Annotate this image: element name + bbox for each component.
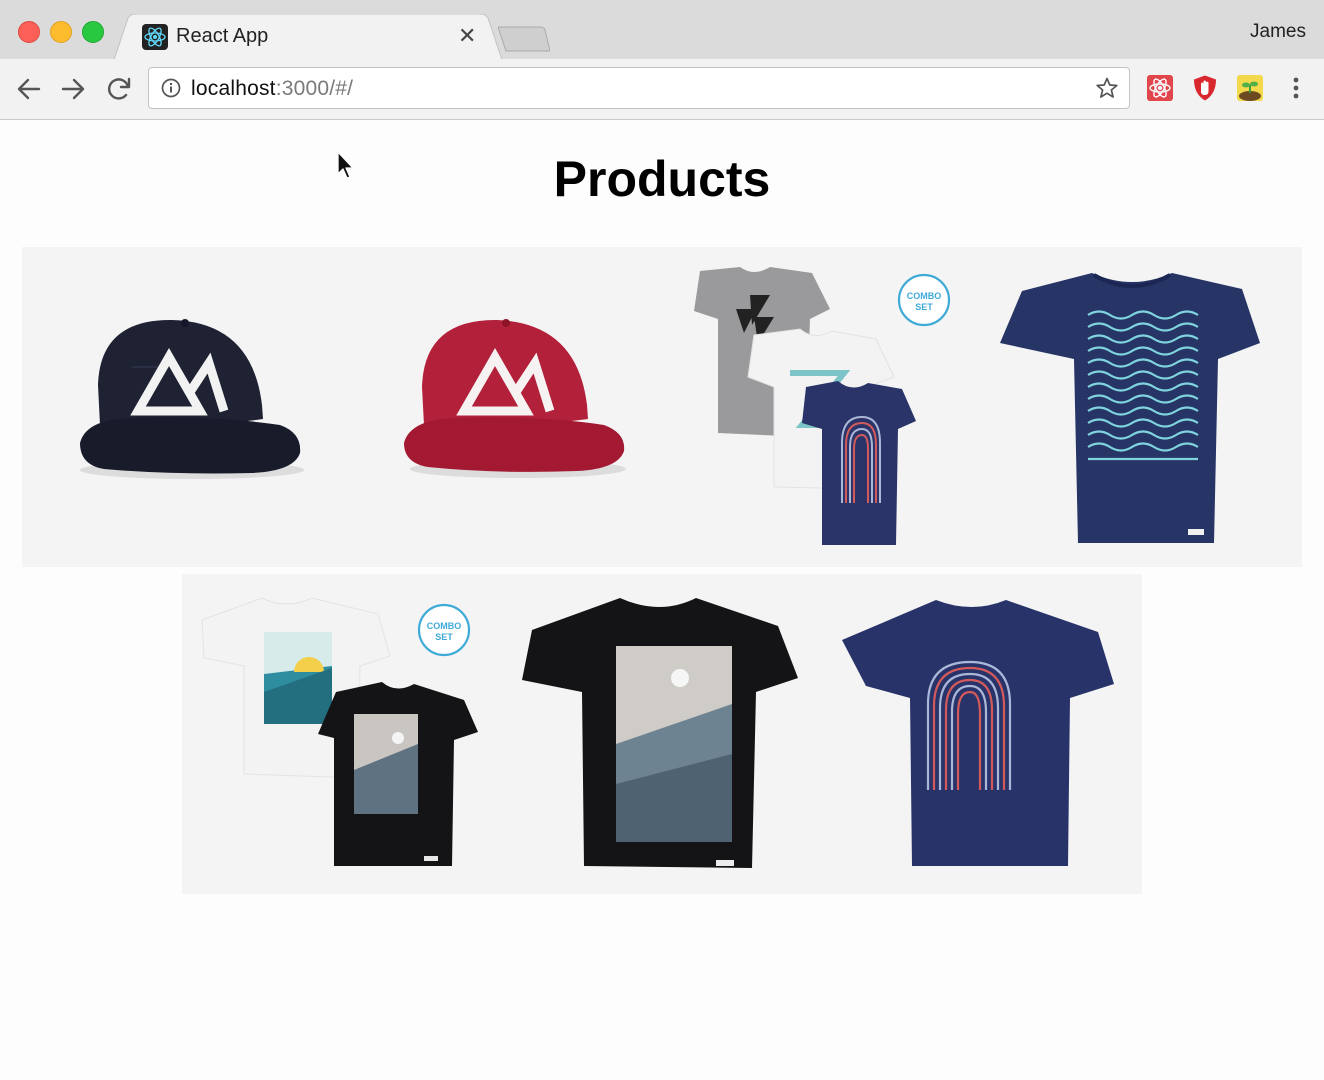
close-window-button[interactable] <box>18 21 40 43</box>
page-title: Products <box>553 151 771 207</box>
plant-extension-icon[interactable] <box>1236 74 1264 102</box>
navy-waves-tee-image <box>1000 273 1260 543</box>
tab-close-icon[interactable]: ✕ <box>458 23 476 49</box>
navy-rainbow-tee-image <box>842 600 1114 866</box>
product-card-tee-combo-three[interactable]: COMBO SET <box>662 247 982 567</box>
new-tab-button[interactable] <box>498 26 550 52</box>
url-host: localhost <box>191 77 276 100</box>
product-card-tee-combo-two[interactable]: COMBO SET <box>182 574 502 894</box>
forward-arrow-icon[interactable] <box>58 74 88 104</box>
tee-combo-two-image: COMBO SET <box>201 597 478 866</box>
product-row-2: COMBO SET <box>182 574 1142 894</box>
badge-line-1: COMBO <box>907 291 942 301</box>
react-logo-icon <box>142 24 168 50</box>
product-card-black-mountain-tee[interactable] <box>502 574 822 894</box>
back-arrow-icon[interactable] <box>14 74 44 104</box>
tee-combo-three-image: COMBO SET <box>694 267 951 545</box>
product-card-navy-cap[interactable] <box>22 247 342 567</box>
black-mountain-tee-image <box>522 598 798 868</box>
product-card-navy-waves-tee[interactable] <box>982 247 1302 567</box>
ublock-shield-icon[interactable] <box>1191 74 1219 102</box>
info-icon[interactable] <box>161 78 181 98</box>
browser-titlebar: React App ✕ James <box>0 0 1324 60</box>
navy-cap-image <box>80 319 304 479</box>
url-path: :3000/#/ <box>275 77 354 100</box>
badge-line-2: SET <box>915 302 933 312</box>
bookmark-star-icon[interactable] <box>1095 76 1119 100</box>
mouse-pointer-icon <box>337 151 354 179</box>
react-devtools-extension-icon[interactable] <box>1146 74 1174 102</box>
menu-kebab-icon[interactable] <box>1282 74 1310 102</box>
minimize-window-button[interactable] <box>50 21 72 43</box>
badge-line-2: SET <box>435 632 453 642</box>
url-text[interactable]: localhost:3000/#/ <box>191 77 353 101</box>
address-bar[interactable]: localhost:3000/#/ <box>148 67 1130 109</box>
tab-title: React App <box>176 25 269 47</box>
badge-line-1: COMBO <box>427 621 462 631</box>
browser-toolbar: localhost:3000/#/ <box>0 59 1324 120</box>
product-card-navy-rainbow-tee[interactable] <box>822 574 1142 894</box>
profile-name[interactable]: James <box>1250 21 1306 43</box>
product-card-red-cap[interactable] <box>342 247 662 567</box>
reload-icon[interactable] <box>104 74 134 104</box>
zoom-window-button[interactable] <box>82 21 104 43</box>
browser-tab-active[interactable]: React App ✕ <box>114 14 502 60</box>
red-cap-image <box>404 319 626 478</box>
product-row-1: COMBO SET <box>22 247 1302 567</box>
